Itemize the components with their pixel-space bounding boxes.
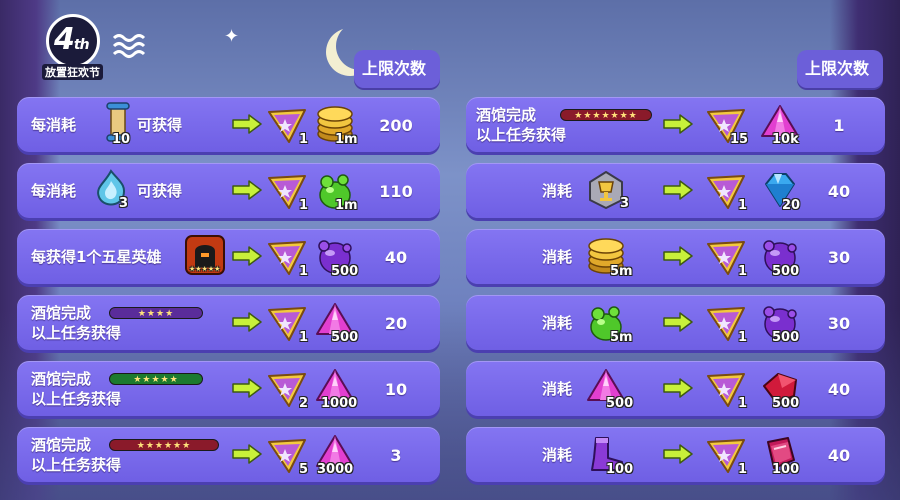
row-text: 消耗 — [542, 314, 573, 332]
arrow-icon — [231, 246, 263, 266]
left-row-4: 酒馆完成 ★★★★ 以上任务获得 1 500 20 — [17, 295, 440, 350]
reward-qty: 5 — [299, 462, 309, 477]
reward-qty: 500 — [772, 396, 800, 411]
star-rating-bar: ★★★★★ — [109, 373, 203, 385]
right-row-1: 酒馆完成 ★★★★★★★ 以上任务获得 15 10k 1 — [466, 97, 885, 152]
reward-qty: 1000 — [321, 396, 358, 411]
arrow-icon — [231, 180, 263, 200]
cost-qty: 10 — [112, 132, 131, 147]
right-row-6: 消耗 100 1 100 40 — [466, 427, 885, 482]
star-rating-bar: ★★★★ — [109, 307, 203, 319]
reward-qty: 1 — [299, 132, 309, 147]
right-row-4: 消耗 5m 1 500 30 — [466, 295, 885, 350]
reward-qty: 1 — [738, 396, 748, 411]
reward-qty: 3000 — [317, 462, 354, 477]
limit-header-right: 上限次数 — [797, 50, 883, 88]
limit-value: 1 — [833, 116, 845, 135]
cost-qty: 3 — [620, 196, 630, 211]
event-logo: 4th 放置狂欢节 — [40, 12, 160, 82]
limit-value: 30 — [827, 248, 851, 267]
cost-qty: 100 — [606, 462, 634, 477]
reward-qty: 500 — [331, 264, 359, 279]
left-row-5: 酒馆完成 ★★★★★ 以上任务获得 2 1000 10 — [17, 361, 440, 416]
limit-value: 20 — [384, 314, 408, 333]
hero-stars: ★★★★★ — [189, 265, 221, 273]
logo-subtitle: 放置狂欢节 — [42, 64, 103, 80]
row-text-after: 可获得 — [137, 182, 183, 200]
row-text: 消耗 — [542, 182, 573, 200]
cost-qty: 3 — [119, 196, 129, 211]
limit-value: 40 — [827, 182, 851, 201]
right-row-5: 消耗 500 1 500 40 — [466, 361, 885, 416]
reward-qty: 1m — [335, 198, 358, 213]
reward-qty: 500 — [772, 264, 800, 279]
row-text-line1: 酒馆完成 — [31, 436, 92, 454]
arrow-icon — [662, 246, 694, 266]
reward-qty: 1 — [738, 264, 748, 279]
limit-value: 40 — [827, 446, 851, 465]
wave-icon — [112, 34, 146, 58]
row-text-line2: 以上任务获得 — [31, 456, 122, 474]
reward-qty: 1 — [738, 462, 748, 477]
row-text-line2: 以上任务获得 — [31, 390, 122, 408]
left-row-1: 每消耗 10 可获得 1 1m 200 — [17, 97, 440, 152]
row-text: 每消耗 — [31, 116, 77, 134]
row-text: 消耗 — [542, 380, 573, 398]
reward-qty: 100 — [772, 462, 800, 477]
right-row-3: 消耗 5m 1 500 30 — [466, 229, 885, 284]
limit-value: 3 — [390, 446, 402, 465]
sparkle-icon: ✦ — [224, 26, 240, 47]
arrow-icon — [231, 444, 263, 464]
reward-qty: 500 — [331, 330, 359, 345]
limit-value: 10 — [384, 380, 408, 399]
arrow-icon — [662, 114, 694, 134]
limit-value: 40 — [384, 248, 408, 267]
reward-qty: 1 — [299, 330, 309, 345]
row-text: 消耗 — [542, 446, 573, 464]
reward-qty: 1 — [738, 330, 748, 345]
left-row-6: 酒馆完成 ★★★★★★ 以上任务获得 5 3000 3 — [17, 427, 440, 482]
reward-qty: 2 — [299, 396, 309, 411]
reward-qty: 10k — [772, 132, 799, 147]
row-text: 每消耗 — [31, 182, 77, 200]
arrow-icon — [662, 180, 694, 200]
limit-value: 30 — [827, 314, 851, 333]
row-text-line2: 以上任务获得 — [476, 126, 567, 144]
limit-value: 200 — [379, 116, 413, 135]
limit-header-left: 上限次数 — [354, 50, 440, 88]
reward-qty: 15 — [730, 132, 749, 147]
reward-qty: 1 — [299, 264, 309, 279]
reward-qty: 500 — [772, 330, 800, 345]
arrow-icon — [662, 444, 694, 464]
reward-qty: 20 — [782, 198, 801, 213]
arrow-icon — [231, 378, 263, 398]
reward-qty: 1 — [299, 198, 309, 213]
star-rating-bar: ★★★★★★ — [109, 439, 219, 451]
arrow-icon — [231, 312, 263, 332]
logo-number: 4 — [54, 22, 75, 57]
row-text: 每获得1个五星英雄 — [31, 248, 162, 266]
limit-value: 110 — [379, 182, 413, 201]
limit-value: 40 — [827, 380, 851, 399]
cost-qty: 5m — [610, 264, 633, 279]
row-text: 消耗 — [542, 248, 573, 266]
arrow-icon — [662, 378, 694, 398]
row-text-line1: 酒馆完成 — [476, 106, 537, 124]
arrow-icon — [231, 114, 263, 134]
row-text-line1: 酒馆完成 — [31, 304, 92, 322]
left-row-3: 每获得1个五星英雄 ★★★★★ 1 500 40 — [17, 229, 440, 284]
reward-qty: 1 — [738, 198, 748, 213]
star-rating-bar: ★★★★★★★ — [560, 109, 652, 121]
cost-qty: 5m — [610, 330, 633, 345]
row-text-line1: 酒馆完成 — [31, 370, 92, 388]
row-text-after: 可获得 — [137, 116, 183, 134]
logo-suffix: th — [73, 37, 90, 53]
right-row-2: 消耗 3 1 20 40 — [466, 163, 885, 218]
reward-qty: 1m — [335, 132, 358, 147]
cost-qty: 500 — [606, 396, 634, 411]
left-row-2: 每消耗 3 可获得 1 1m 110 — [17, 163, 440, 218]
row-text-line2: 以上任务获得 — [31, 324, 122, 342]
arrow-icon — [662, 312, 694, 332]
